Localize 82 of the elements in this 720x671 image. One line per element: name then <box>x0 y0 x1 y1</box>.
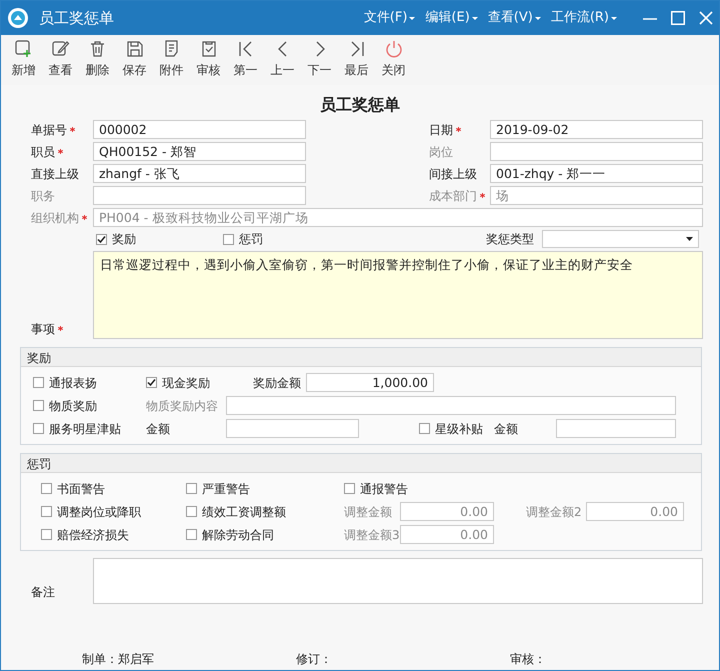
menu-item[interactable]: 编辑(E) <box>425 8 478 28</box>
field-label: 直接上级 <box>31 166 79 182</box>
menu-item[interactable]: 文件(F) <box>364 8 416 28</box>
text-field[interactable] <box>93 186 306 205</box>
toolbar-button[interactable]: 上一 <box>264 39 301 85</box>
field-label: 调整金额3 <box>344 526 400 544</box>
check-icon <box>97 234 106 244</box>
toolbar-button[interactable]: 关闭 <box>375 39 412 85</box>
text-field[interactable] <box>490 142 703 161</box>
checkbox[interactable]: 赔偿经济损失 <box>41 526 186 544</box>
field-label: 金额 <box>146 420 171 438</box>
checkbox[interactable]: 奖励 <box>96 230 223 248</box>
checkbox[interactable]: 现金奖励 <box>146 374 253 392</box>
checkbox[interactable]: 严重警告 <box>186 480 344 498</box>
field-label: 金额 <box>494 420 519 438</box>
window-title: 员工奖惩单 <box>39 8 114 29</box>
field-label: 备注 <box>31 585 55 599</box>
field-label: 职员 <box>31 144 55 160</box>
checkbox[interactable]: 惩罚 <box>223 230 350 248</box>
field-label: 调整金额 <box>344 504 393 520</box>
caret-icon <box>472 16 478 20</box>
form-title: 员工奖惩单 <box>320 95 400 114</box>
field-label: 组织机构 <box>31 210 79 226</box>
footer-label: 审核： <box>510 651 547 668</box>
caret-icon <box>686 237 693 241</box>
close-icon[interactable] <box>699 11 713 25</box>
toolbar-button[interactable]: 保存 <box>116 39 153 85</box>
field-label: 奖励金额 <box>253 374 302 392</box>
text-field[interactable]: 1,000.00 <box>306 373 434 392</box>
text-field[interactable] <box>226 419 359 438</box>
field-label: 奖惩类型 <box>486 231 534 248</box>
text-field[interactable]: 001-zhqy - 郑一一 <box>490 164 703 183</box>
text-area[interactable] <box>93 558 703 604</box>
text-field[interactable]: 2019-09-02 <box>490 120 703 139</box>
field-label: 成本部门 <box>429 188 477 204</box>
text-field[interactable]: zhangf - 张飞 <box>93 164 306 183</box>
toolbar-button[interactable]: 审核 <box>190 39 227 85</box>
text-field[interactable]: QH00152 - 郑智 <box>93 142 306 161</box>
app-logo-icon <box>7 7 29 29</box>
toolbar-button[interactable]: 查看 <box>42 39 79 85</box>
field-label: 物质奖励内容 <box>146 398 219 414</box>
checkbox[interactable]: 调整岗位或降职 <box>41 502 186 520</box>
checkbox[interactable]: 通报表扬 <box>33 374 146 392</box>
toolbar-button[interactable]: 第一 <box>227 39 264 85</box>
footer-label: 修订： <box>296 651 333 668</box>
text-field[interactable] <box>556 419 676 438</box>
toolbar-button[interactable]: 新增 <box>5 39 42 85</box>
section-title: 惩罚 <box>27 457 51 471</box>
field-label: 职务 <box>31 188 55 204</box>
caret-icon <box>611 16 617 20</box>
select-field[interactable] <box>542 230 699 248</box>
checkbox[interactable]: 服务明星津贴 <box>33 420 146 438</box>
section-title: 奖励 <box>27 351 51 365</box>
checkbox[interactable]: 星级补贴 <box>419 420 494 438</box>
maximize-icon[interactable] <box>671 11 685 25</box>
field-label: 岗位 <box>429 144 453 160</box>
menu-item[interactable]: 工作流(R) <box>550 8 617 28</box>
field-label: 单据号 <box>31 122 67 138</box>
toolbar-button[interactable]: 删除 <box>79 39 116 85</box>
caret-icon <box>534 16 541 20</box>
caret-icon <box>409 16 416 20</box>
check-icon <box>147 378 156 387</box>
new-icon <box>14 39 34 59</box>
checkbox[interactable]: 物质奖励 <box>33 396 146 414</box>
field-label: 调整金额2 <box>526 504 583 520</box>
field-label: 间接上级 <box>429 166 477 182</box>
text-area[interactable]: 日常巡逻过程中，遇到小偷入室偷窃，第一时间报警并控制住了小偷，保证了业主的财产安全 <box>93 251 703 339</box>
footer-label: 制单：郑启军 <box>82 651 155 668</box>
toolbar-button[interactable]: 下一 <box>301 39 338 85</box>
checkbox[interactable]: 绩效工资调整额 <box>186 502 344 520</box>
text-field[interactable]: 000002 <box>93 120 306 139</box>
power-icon <box>384 39 404 59</box>
checkbox[interactable]: 通报警告 <box>344 480 464 498</box>
toolbar-button[interactable]: 最后 <box>338 39 375 85</box>
save-icon <box>124 39 144 59</box>
field-label: 事项 <box>31 320 55 338</box>
toolbar-button[interactable]: 附件 <box>153 39 190 85</box>
checkbox[interactable]: 解除劳动合同 <box>186 526 344 544</box>
field-label: 日期 <box>429 122 453 138</box>
checkbox[interactable]: 书面警告 <box>41 480 186 498</box>
text-field[interactable] <box>226 396 676 415</box>
menu-item[interactable]: 查看(V) <box>488 8 541 28</box>
